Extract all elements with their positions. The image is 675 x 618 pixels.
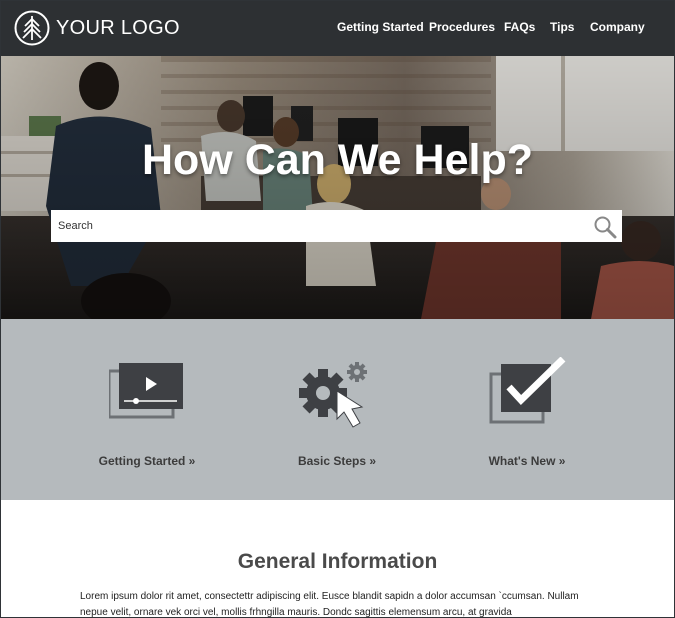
nav-getting-started[interactable]: Getting Started [337, 20, 424, 34]
logo-text: YOUR LOGO [56, 16, 180, 39]
section-title: General Information [237, 550, 438, 573]
nav-procedures[interactable]: Procedures [429, 20, 495, 34]
hero-section: How Can We Help? [1, 56, 674, 319]
gear-cursor-icon [299, 362, 367, 428]
page-frame: YOUR LOGO Getting Started Procedures FAQ… [0, 0, 675, 618]
feature-whats-new[interactable]: What's New » [427, 319, 627, 500]
hero-title: How Can We Help? [141, 136, 533, 184]
feature-label-whats-new[interactable]: What's New » [427, 454, 627, 468]
checkbox-check-icon [489, 357, 566, 424]
feature-getting-started[interactable]: Getting Started » [47, 319, 247, 500]
nav-company[interactable]: Company [590, 20, 645, 34]
video-player-icon [109, 363, 183, 419]
search-icon[interactable] [593, 215, 617, 239]
logo[interactable]: YOUR LOGO [14, 10, 180, 46]
nav-tips[interactable]: Tips [550, 20, 574, 34]
nav-faqs[interactable]: FAQs [504, 20, 535, 34]
feature-label-basic-steps[interactable]: Basic Steps » [237, 454, 437, 468]
hero-office-photo [1, 56, 674, 319]
search-bar [51, 210, 622, 242]
section-body-text: Lorem ipsum dolor rit amet, consectettr … [80, 591, 579, 618]
search-input[interactable] [51, 210, 581, 242]
site-header: YOUR LOGO Getting Started Procedures FAQ… [1, 1, 674, 56]
general-information-section: General Information Lorem ipsum dolor ri… [1, 500, 674, 617]
feature-label-getting-started[interactable]: Getting Started » [47, 454, 247, 468]
features-band: Getting Started » Basic Steps » What's N… [1, 319, 674, 500]
feature-basic-steps[interactable]: Basic Steps » [237, 319, 437, 500]
tree-logo-icon [14, 10, 50, 46]
